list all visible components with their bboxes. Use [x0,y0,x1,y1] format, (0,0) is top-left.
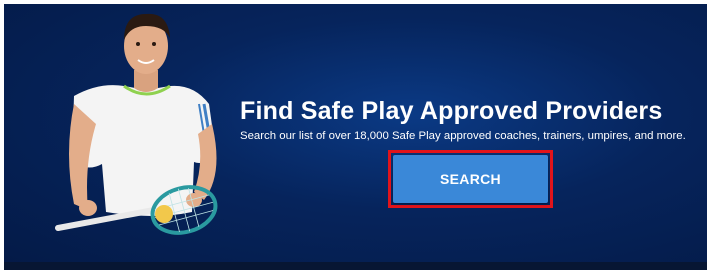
bottom-divider [4,262,707,270]
banner-subtitle: Search our list of over 18,000 Safe Play… [240,130,686,142]
tennis-player-image [55,13,218,235]
search-button[interactable]: SEARCH [393,155,548,203]
banner-title: Find Safe Play Approved Providers [240,97,663,125]
hero-banner: Find Safe Play Approved Providers Search… [4,4,707,266]
